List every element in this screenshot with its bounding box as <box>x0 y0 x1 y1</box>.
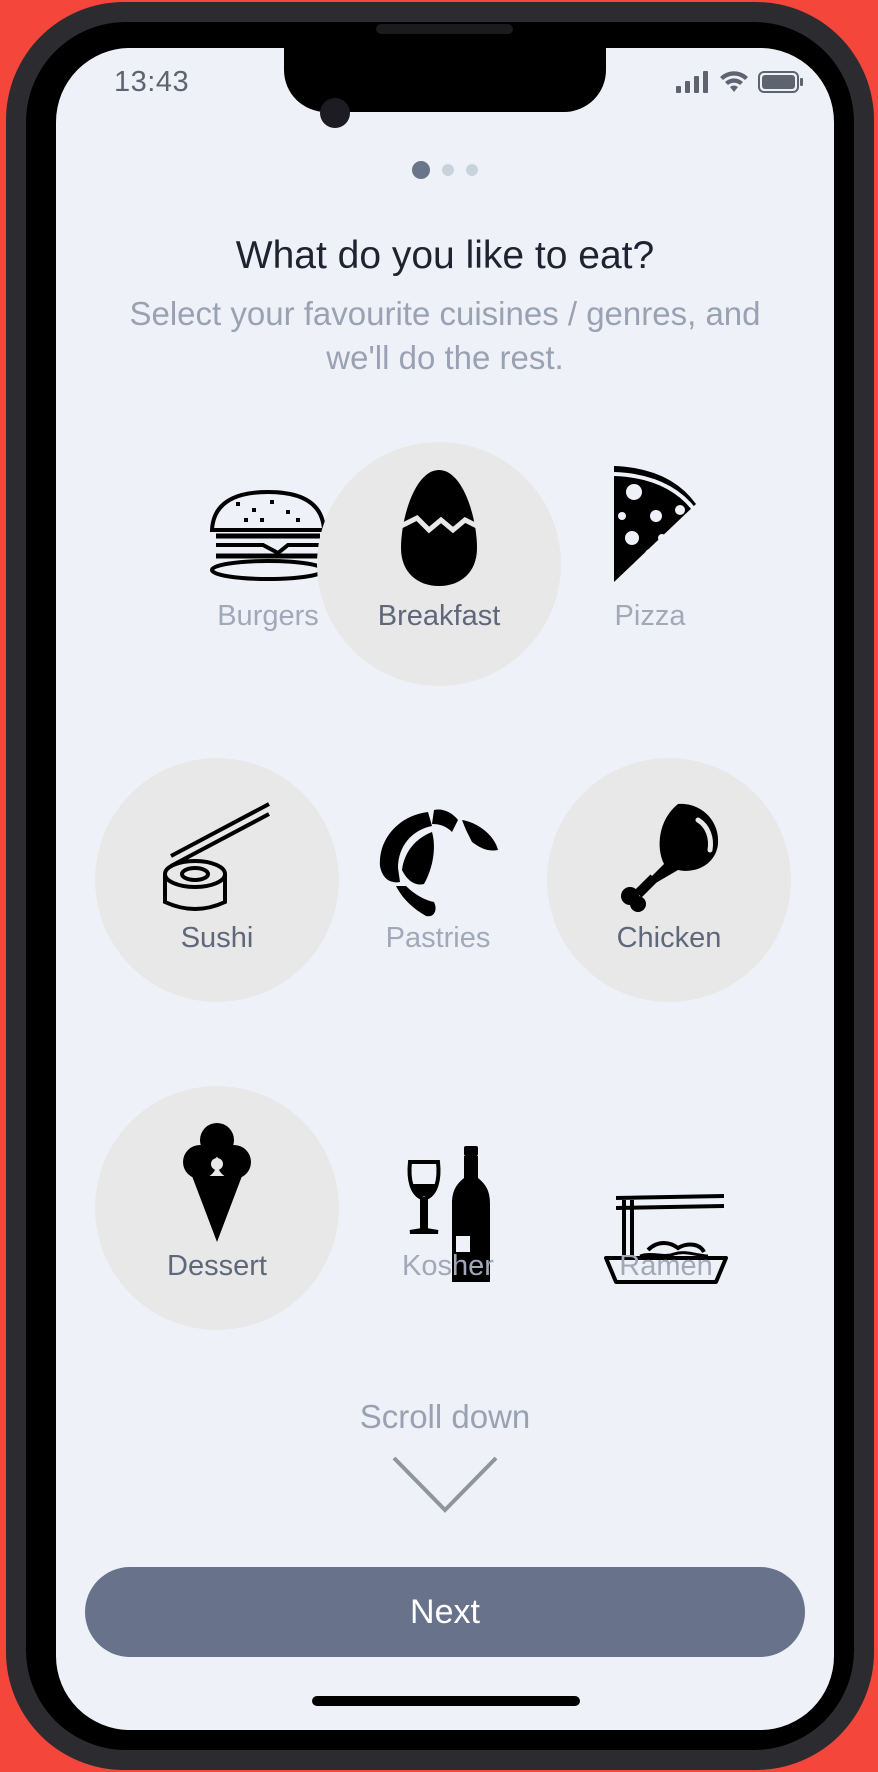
cuisine-option-dessert[interactable]: Dessert <box>95 1086 339 1330</box>
next-button[interactable]: Next <box>85 1567 805 1657</box>
cuisine-option-kosher[interactable]: Kosher <box>326 1086 570 1330</box>
chicken-leg-icon <box>621 803 719 912</box>
croissant-icon <box>379 809 498 917</box>
cuisine-option-sushi[interactable]: Sushi <box>95 758 339 1002</box>
scroll-hint: Scroll down <box>359 1398 531 1435</box>
cuisine-label: Sushi <box>180 922 254 954</box>
cuisine-label: Ramen <box>619 1250 713 1282</box>
cuisine-label: Chicken <box>616 922 722 954</box>
cuisine-option-pastries[interactable]: Pastries <box>316 758 560 1002</box>
sushi-icon <box>163 802 270 911</box>
burger-icon <box>209 489 327 581</box>
cuisine-label: Dessert <box>167 1250 267 1282</box>
app-screen: 13:43 What do you like to eat? Select yo… <box>56 48 834 1730</box>
speaker-grille <box>376 24 513 34</box>
cuisine-label: Kosher <box>402 1250 494 1282</box>
cuisine-label: Breakfast <box>377 600 501 632</box>
egg-icon <box>399 470 479 586</box>
cuisine-option-pizza[interactable]: Pizza <box>528 442 772 686</box>
cuisine-label: Pastries <box>385 922 491 954</box>
cuisine-option-ramen[interactable]: Ramen <box>544 1086 788 1330</box>
chevron-down-icon[interactable] <box>390 1454 500 1516</box>
ice-cream-icon <box>183 1123 251 1242</box>
phone-frame: 13:43 What do you like to eat? Select yo… <box>6 2 874 1770</box>
cuisine-label: Pizza <box>614 600 686 632</box>
pizza-icon <box>613 466 698 582</box>
cuisine-option-chicken[interactable]: Chicken <box>547 758 791 1002</box>
cuisine-option-breakfast[interactable]: Breakfast <box>317 442 561 686</box>
home-indicator[interactable] <box>312 1696 580 1706</box>
